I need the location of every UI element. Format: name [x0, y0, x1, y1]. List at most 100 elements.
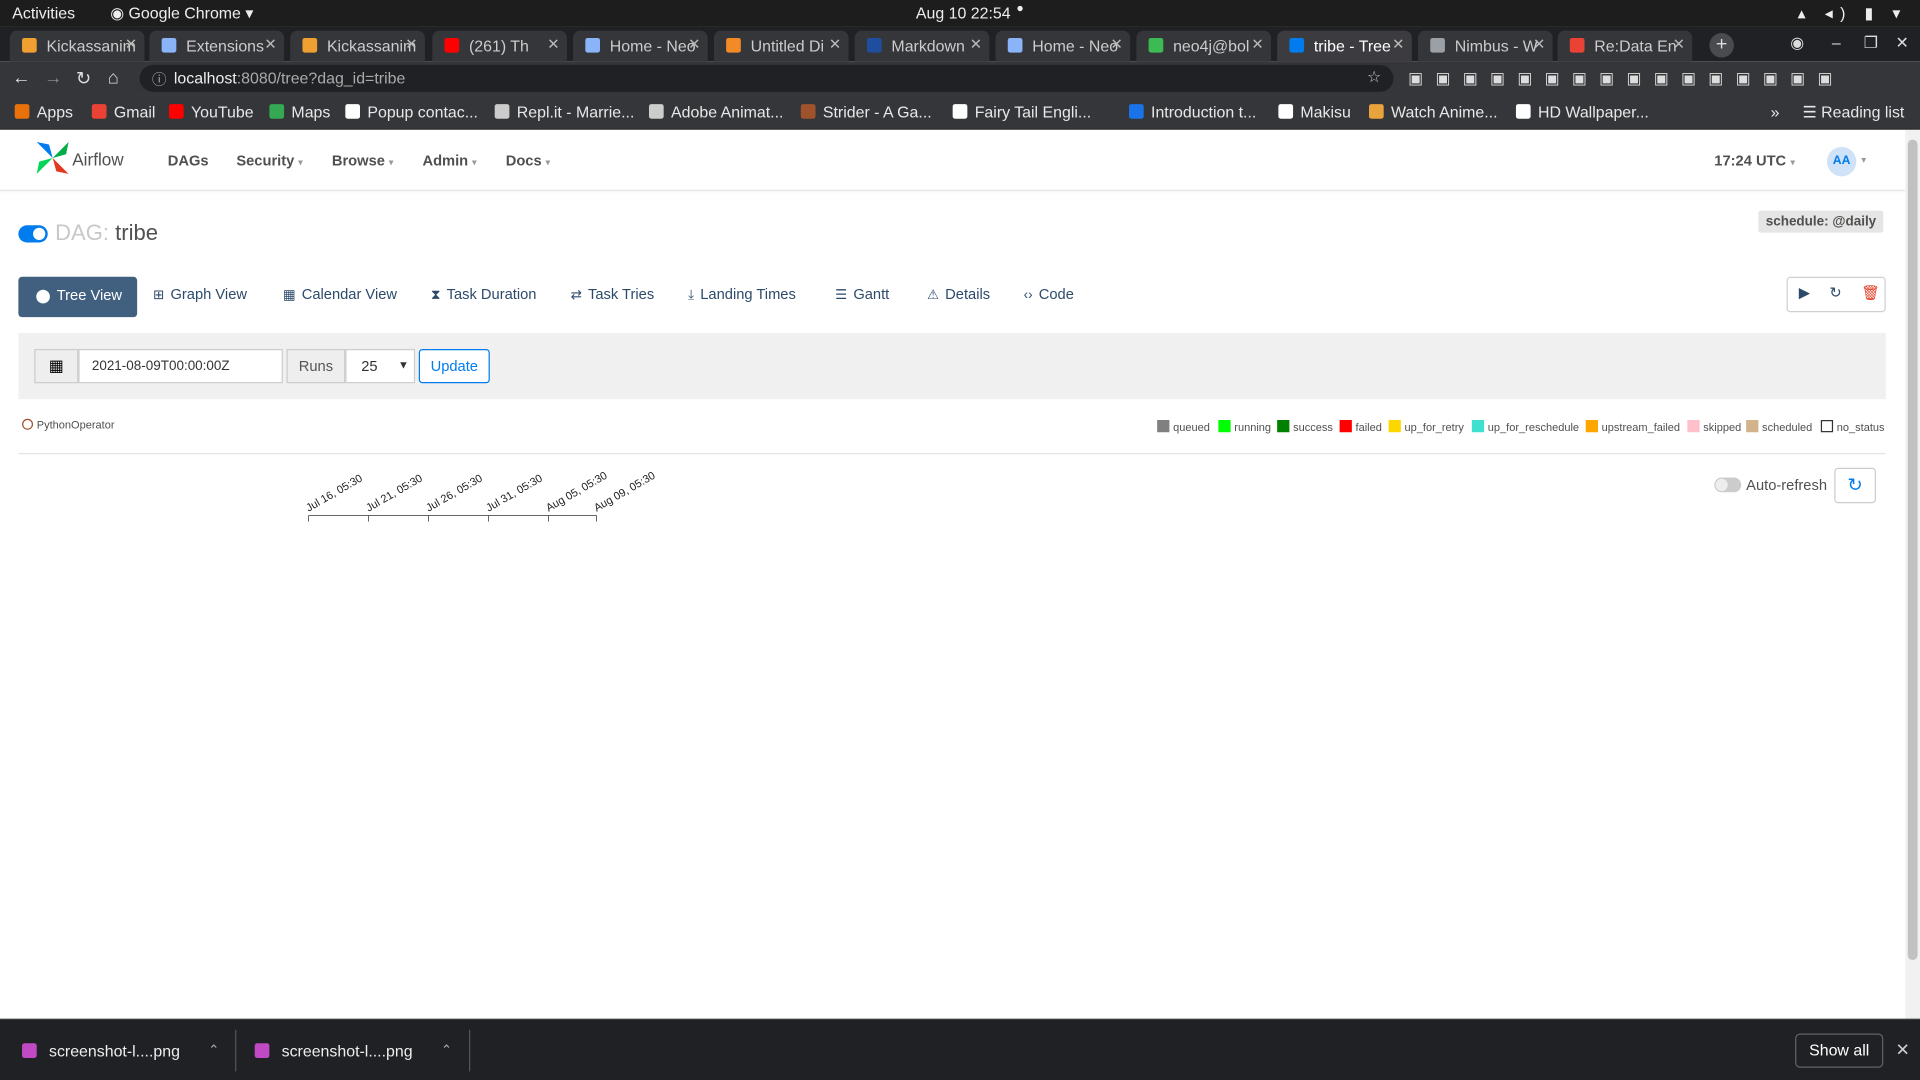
close-tab-icon[interactable]: ✕: [970, 36, 982, 53]
clock[interactable]: Aug 10 22:54: [916, 4, 1011, 22]
close-tab-icon[interactable]: ✕: [125, 36, 137, 53]
view-tab-graph-view[interactable]: ⊞ Graph View: [153, 285, 247, 302]
menu-browse[interactable]: Browse ▾: [332, 152, 394, 169]
new-tab-button[interactable]: +: [1709, 33, 1734, 58]
runs-select[interactable]: 25 ▼: [345, 348, 416, 384]
legend-item-scheduled[interactable]: scheduled: [1746, 420, 1812, 433]
extension-icons[interactable]: ▣▣▣▣▣▣▣▣▣▣▣▣▣▣▣▣: [1408, 69, 1845, 89]
view-tab-tree-view[interactable]: ⬤ Tree View: [18, 276, 137, 318]
system-tray[interactable]: ▴ ◂) ▮ ▾: [1798, 4, 1908, 24]
browser-tab[interactable]: Untitled Di ✕: [713, 30, 849, 62]
home-icon[interactable]: ⌂: [108, 67, 119, 88]
trigger-dag-play-icon[interactable]: ▶: [1799, 284, 1810, 301]
minimize-button[interactable]: –: [1832, 33, 1841, 51]
browser-tab[interactable]: Re:Data En ✕: [1557, 30, 1693, 62]
legend-item-no_status[interactable]: no_status: [1820, 420, 1885, 433]
legend-item-up_for_retry[interactable]: up_for_retry: [1388, 420, 1464, 433]
base-date-input[interactable]: 2021-08-09T00:00:00Z: [78, 348, 283, 384]
close-tab-icon[interactable]: ✕: [1533, 36, 1545, 53]
legend-item-skipped[interactable]: skipped: [1687, 420, 1741, 433]
legend-item-up_for_reschedule[interactable]: up_for_reschedule: [1471, 420, 1579, 433]
view-tab-task-tries[interactable]: ⇄ Task Tries: [571, 285, 655, 302]
bookmark-item[interactable]: Popup contac...: [345, 103, 478, 121]
browser-tab[interactable]: Home - Neo ✕: [995, 30, 1131, 62]
view-tab-calendar-view[interactable]: ▦ Calendar View: [283, 285, 397, 302]
brand-name[interactable]: Airflow: [72, 149, 123, 169]
auto-refresh-toggle[interactable]: Auto-refresh: [1714, 476, 1827, 493]
chevron-up-icon[interactable]: ⌃: [441, 1042, 452, 1058]
airflow-logo-icon[interactable]: [34, 140, 71, 177]
menu-admin[interactable]: Admin ▾: [422, 152, 476, 169]
close-tab-icon[interactable]: ✕: [1251, 36, 1263, 53]
browser-tab[interactable]: tribe - Tree ✕: [1277, 30, 1412, 62]
bookmark-item[interactable]: Makisu: [1278, 103, 1351, 121]
legend-item-upstream_failed[interactable]: upstream_failed: [1585, 420, 1680, 433]
info-icon[interactable]: ⓘ: [152, 69, 167, 90]
legend-item-failed[interactable]: failed: [1339, 420, 1382, 433]
close-tab-icon[interactable]: ✕: [405, 36, 417, 53]
view-tab-landing-times[interactable]: ⤓ Landing Times: [688, 285, 796, 303]
page-scrollbar[interactable]: [1905, 129, 1920, 1019]
menu-docs[interactable]: Docs ▾: [506, 152, 551, 169]
menu-dags[interactable]: DAGs: [168, 152, 209, 169]
refresh-button[interactable]: ↻: [1834, 467, 1876, 504]
view-tab-gantt[interactable]: ☰ Gantt: [835, 285, 889, 302]
activities-button[interactable]: Activities: [12, 4, 75, 22]
download-item[interactable]: screenshot-l....png ⌃: [254, 1042, 452, 1060]
update-button[interactable]: Update: [418, 348, 490, 384]
close-tab-icon[interactable]: ✕: [1392, 36, 1404, 53]
view-tab-task-duration[interactable]: ⧗ Task Duration: [431, 285, 536, 303]
more-bookmarks-icon[interactable]: »: [1771, 103, 1780, 121]
close-tab-icon[interactable]: ✕: [1111, 36, 1123, 53]
bookmark-item[interactable]: Fairy Tail Engli...: [952, 103, 1091, 121]
toggle-switch[interactable]: [1714, 477, 1742, 493]
close-tab-icon[interactable]: ✕: [688, 36, 700, 53]
show-all-downloads-button[interactable]: Show all: [1795, 1033, 1884, 1068]
menu-security[interactable]: Security ▾: [236, 152, 303, 169]
browser-tab[interactable]: Markdown ✕: [854, 30, 990, 62]
maximize-button[interactable]: ❐: [1864, 33, 1878, 53]
browser-tab[interactable]: (261) Th ✕: [432, 30, 567, 62]
browser-tab[interactable]: Kickassanim ✕: [9, 30, 145, 62]
reading-list-button[interactable]: ☰ Reading list: [1802, 103, 1904, 123]
delete-dag-trash-icon[interactable]: 🗑: [1861, 284, 1880, 301]
bookmark-item[interactable]: Maps: [269, 103, 330, 121]
bookmark-star-icon[interactable]: ☆: [1367, 67, 1381, 87]
bookmark-item[interactable]: Introduction t...: [1128, 103, 1256, 121]
bookmark-item[interactable]: YouTube: [168, 103, 254, 121]
close-tab-icon[interactable]: ✕: [829, 36, 841, 53]
browser-tab[interactable]: Nimbus - W ✕: [1417, 30, 1553, 62]
caret-down-icon[interactable]: ▾: [1861, 154, 1866, 165]
close-downloads-icon[interactable]: ✕: [1896, 1040, 1910, 1061]
bookmark-item[interactable]: Gmail: [91, 103, 155, 121]
view-tab-code[interactable]: ‹› Code: [1024, 285, 1074, 302]
forward-icon[interactable]: →: [44, 67, 62, 88]
browser-tab[interactable]: Kickassanim ✕: [290, 30, 425, 62]
user-avatar[interactable]: AA: [1826, 146, 1857, 177]
bookmark-item[interactable]: Watch Anime...: [1368, 103, 1497, 121]
refresh-dag-icon[interactable]: ↻: [1829, 284, 1841, 301]
chevron-up-icon[interactable]: ⌃: [208, 1042, 219, 1058]
close-window-button[interactable]: ✕: [1896, 33, 1909, 53]
view-tab-details[interactable]: ⚠ Details: [927, 285, 990, 302]
app-menu[interactable]: ◉ Google Chrome ▾: [110, 4, 253, 24]
close-tab-icon[interactable]: ✕: [264, 36, 276, 53]
browser-tab[interactable]: Home - Neo ✕: [573, 30, 708, 62]
bookmark-item[interactable]: Repl.it - Marrie...: [494, 103, 634, 121]
legend-item-queued[interactable]: queued: [1157, 420, 1210, 433]
address-bar[interactable]: ⓘ localhost:8080/tree?dag_id=tribe ☆: [139, 64, 1394, 92]
close-tab-icon[interactable]: ✕: [547, 36, 559, 53]
dag-pause-toggle[interactable]: [18, 225, 48, 243]
legend-item-success[interactable]: success: [1277, 420, 1333, 433]
reload-icon[interactable]: ↻: [76, 67, 91, 90]
browser-tab[interactable]: neo4j@bol ✕: [1136, 30, 1272, 62]
back-icon[interactable]: ←: [12, 67, 30, 88]
bookmark-item[interactable]: Apps: [14, 103, 73, 121]
close-tab-icon[interactable]: ✕: [1673, 36, 1685, 53]
scrollbar-thumb[interactable]: [1907, 139, 1918, 961]
utc-clock[interactable]: 17:24 UTC ▾: [1714, 152, 1795, 169]
bookmark-item[interactable]: Adobe Animat...: [648, 103, 783, 121]
legend-item-running[interactable]: running: [1218, 420, 1271, 433]
bookmark-item[interactable]: Strider - A Ga...: [800, 103, 932, 121]
browser-tab[interactable]: Extensions ✕: [149, 30, 285, 62]
